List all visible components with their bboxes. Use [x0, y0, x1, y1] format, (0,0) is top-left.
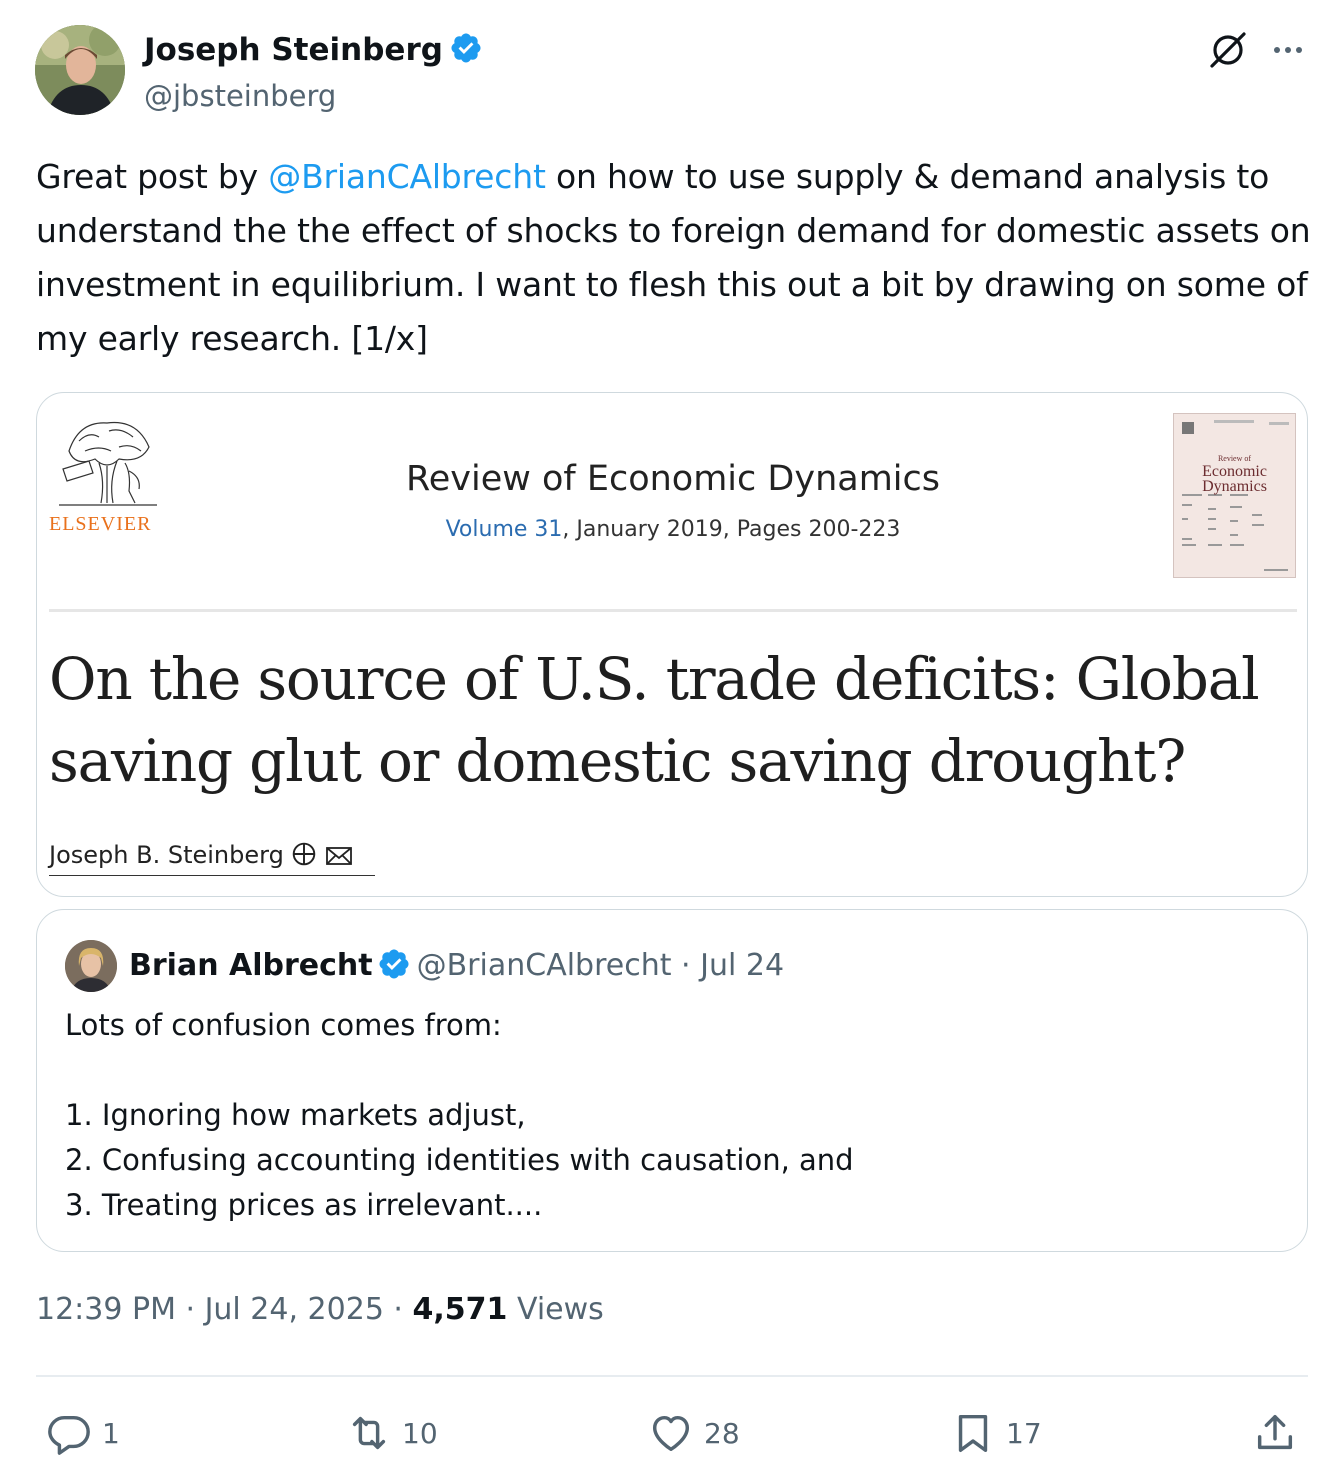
globe-icon[interactable] — [291, 841, 317, 867]
timestamp[interactable]: 12:39 PM · Jul 24, 2025 · — [36, 1292, 413, 1327]
paper-author-name[interactable]: Joseph B. Steinberg — [49, 841, 284, 869]
volume-details: , January 2019, Pages 200-223 — [562, 517, 901, 542]
verified-badge-icon — [451, 33, 481, 63]
meta-divider — [36, 1375, 1308, 1377]
repost-count: 10 — [402, 1416, 438, 1450]
repost-icon — [352, 1416, 386, 1450]
quoted-author-avatar[interactable] — [65, 940, 117, 992]
share-button[interactable] — [1252, 1408, 1308, 1458]
quoted-text: Lots of confusion comes from: 1. Ignorin… — [65, 1003, 854, 1228]
bookmark-icon — [958, 1414, 988, 1452]
like-count: 28 — [704, 1416, 740, 1450]
share-icon — [1257, 1414, 1293, 1450]
views-label: Views — [507, 1292, 604, 1327]
tweet-text-start: Great post by — [36, 157, 269, 196]
verified-badge-icon — [379, 949, 409, 979]
repost-button[interactable]: 10 — [346, 1408, 438, 1458]
volume-info: Volume 31, January 2019, Pages 200-223 — [37, 517, 1307, 542]
mention-link[interactable]: @BrianCAlbrecht — [268, 157, 546, 196]
quoted-line: 2. Confusing accounting identities with … — [65, 1143, 854, 1177]
quoted-tweet[interactable]: Brian Albrecht @BrianCAlbrecht · Jul 24 L… — [36, 909, 1308, 1252]
quoted-author-handle[interactable]: @BrianCAlbrecht — [417, 948, 672, 983]
quoted-line: 3. Treating prices as irrelevant.... — [65, 1188, 543, 1222]
card-divider — [49, 609, 1297, 612]
cover-title-line1: Economic — [1202, 463, 1267, 480]
quoted-author-name[interactable]: Brian Albrecht — [129, 948, 373, 983]
tweet-meta: 12:39 PM · Jul 24, 2025 · 4,571 Views — [36, 1292, 604, 1327]
author-handle[interactable]: @jbsteinberg — [144, 76, 336, 116]
reply-count: 1 — [102, 1416, 120, 1450]
cover-title-line2: Dynamics — [1202, 478, 1267, 495]
reply-icon — [48, 1415, 90, 1455]
author-avatar[interactable] — [35, 25, 125, 115]
quoted-date[interactable]: · Jul 24 — [681, 948, 784, 983]
tweet-text: Great post by @BrianCAlbrecht on how to … — [36, 150, 1321, 366]
quoted-line — [65, 1048, 854, 1093]
volume-link[interactable]: Volume 31 — [446, 517, 563, 542]
quoted-line: Lots of confusion comes from: — [65, 1008, 502, 1042]
article-image-card[interactable]: ELSEVIER Review of Economic Dynamics Vol… — [36, 392, 1308, 897]
like-button[interactable]: 28 — [648, 1408, 740, 1458]
quoted-header: Brian Albrecht @BrianCAlbrecht · Jul 24 — [129, 945, 784, 987]
author-name[interactable]: Joseph Steinberg — [144, 32, 443, 68]
more-options-icon[interactable] — [1268, 30, 1308, 70]
journal-name: Review of Economic Dynamics — [405, 459, 940, 499]
paper-title: On the source of U.S. trade deficits: Gl… — [49, 645, 1260, 795]
paper-author: Joseph B. Steinberg — [49, 841, 375, 876]
bookmark-count: 17 — [1006, 1416, 1042, 1450]
reply-button[interactable]: 1 — [46, 1408, 120, 1458]
email-icon[interactable] — [325, 845, 353, 867]
quoted-line: 1. Ignoring how markets adjust, — [65, 1098, 526, 1132]
cover-title: Review of Economic Dynamics — [1174, 454, 1295, 495]
grok-icon[interactable] — [1206, 28, 1250, 72]
author-name-row[interactable]: Joseph Steinberg — [144, 30, 483, 70]
bookmark-button[interactable]: 17 — [950, 1408, 1042, 1458]
journal-cover-thumbnail: Review of Economic Dynamics — [1173, 413, 1296, 578]
views-count: 4,571 — [412, 1292, 508, 1327]
heart-icon — [652, 1415, 690, 1452]
